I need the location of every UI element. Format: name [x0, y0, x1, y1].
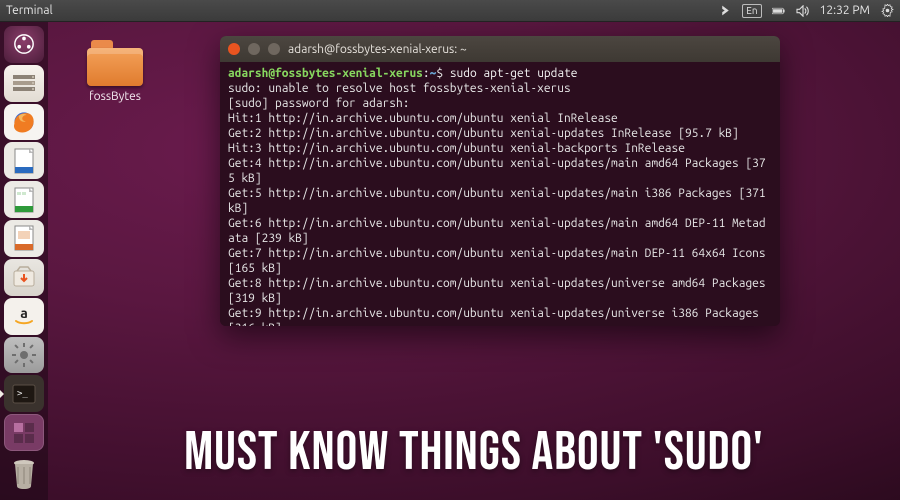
terminal-line: Get:8 http://in.archive.ubuntu.com/ubunt…	[228, 276, 772, 306]
unity-launcher: a >_	[0, 22, 48, 500]
sound-indicator-icon[interactable]	[796, 4, 810, 18]
terminal-output[interactable]: adarsh@fossbytes-xenial-xerus:~$ sudo ap…	[220, 62, 780, 326]
terminal-line: Get:4 http://in.archive.ubuntu.com/ubunt…	[228, 156, 772, 186]
session-gear-icon[interactable]	[880, 4, 894, 18]
terminal-window: adarsh@fossbytes-xenial-xerus: ~ adarsh@…	[220, 36, 780, 326]
terminal-line: [sudo] password for adarsh:	[228, 96, 772, 111]
terminal-line: sudo: unable to resolve host fossbytes-x…	[228, 81, 772, 96]
firefox-app[interactable]	[4, 104, 44, 141]
window-minimize-button[interactable]	[248, 43, 260, 55]
terminal-title: adarsh@fossbytes-xenial-xerus: ~	[288, 43, 467, 56]
network-indicator-icon[interactable]	[718, 4, 732, 18]
svg-text:a: a	[20, 305, 28, 321]
folder-icon	[87, 40, 143, 86]
battery-indicator-icon[interactable]	[772, 4, 786, 18]
terminal-line: Hit:3 http://in.archive.ubuntu.com/ubunt…	[228, 141, 772, 156]
terminal-line: Hit:1 http://in.archive.ubuntu.com/ubunt…	[228, 111, 772, 126]
window-close-button[interactable]	[228, 43, 240, 55]
libreoffice-impress-app[interactable]	[4, 220, 44, 257]
desktop-folder-label: fossBytes	[70, 90, 160, 103]
window-maximize-button[interactable]	[268, 43, 280, 55]
terminal-app[interactable]: >_	[4, 375, 44, 412]
terminal-line: Get:6 http://in.archive.ubuntu.com/ubunt…	[228, 216, 772, 246]
terminal-line: Get:7 http://in.archive.ubuntu.com/ubunt…	[228, 246, 772, 276]
dash-button[interactable]	[4, 26, 44, 63]
workspace-switcher[interactable]	[4, 414, 44, 451]
terminal-line: Get:5 http://in.archive.ubuntu.com/ubunt…	[228, 186, 772, 216]
keyboard-layout-indicator[interactable]: En	[742, 4, 761, 18]
terminal-line: Get:2 http://in.archive.ubuntu.com/ubunt…	[228, 126, 772, 141]
desktop-folder[interactable]: fossBytes	[70, 40, 160, 103]
overlay-caption: MUST KNOW THINGS ABOUT 'SUDO'	[48, 421, 900, 486]
libreoffice-writer-app[interactable]	[4, 142, 44, 179]
terminal-prompt-line: adarsh@fossbytes-xenial-xerus:~$ sudo ap…	[228, 66, 772, 81]
files-app[interactable]	[4, 65, 44, 102]
ubuntu-software-app[interactable]	[4, 259, 44, 296]
libreoffice-calc-app[interactable]	[4, 181, 44, 218]
trash[interactable]	[4, 455, 44, 492]
terminal-line: Get:9 http://in.archive.ubuntu.com/ubunt…	[228, 306, 772, 326]
clock[interactable]: 12:32 PM	[820, 4, 870, 17]
amazon-app[interactable]: a	[4, 298, 44, 335]
terminal-titlebar[interactable]: adarsh@fossbytes-xenial-xerus: ~	[220, 36, 780, 62]
system-settings-app[interactable]	[4, 337, 44, 374]
active-app-label: Terminal	[6, 4, 53, 17]
svg-text:>_: >_	[17, 389, 28, 399]
top-panel: Terminal En 12:32 PM	[0, 0, 900, 22]
